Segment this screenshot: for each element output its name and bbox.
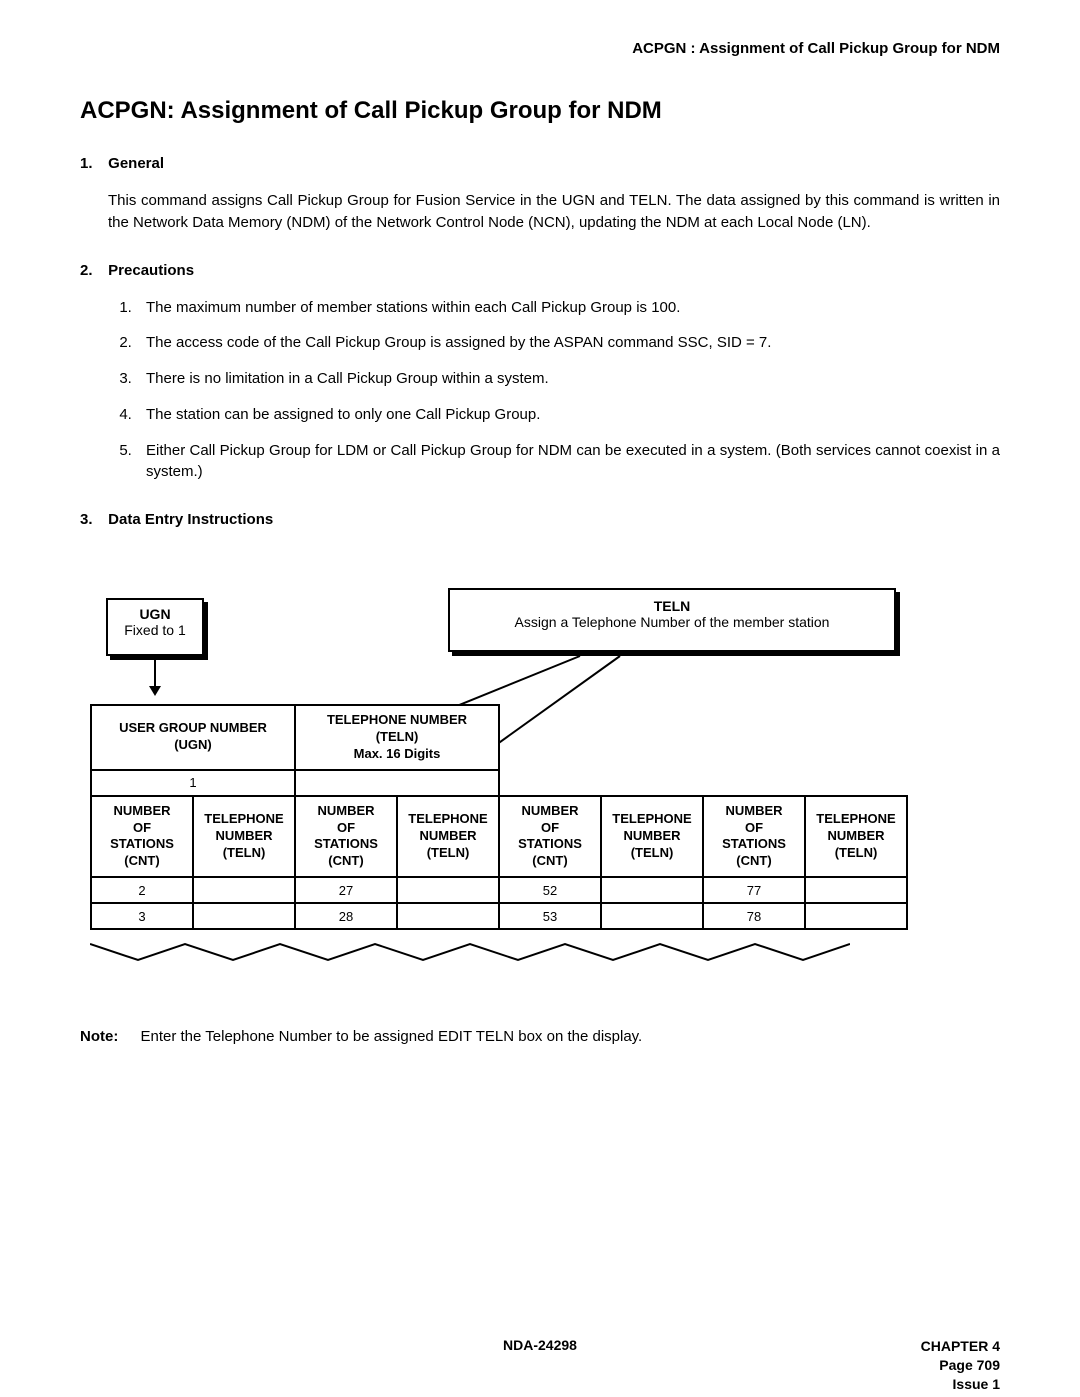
cell-cnt: 53 (499, 903, 601, 929)
table-row: 2 27 52 77 (91, 877, 907, 903)
th-teln-2: TELEPHONE NUMBER (TELN) (397, 796, 499, 878)
teln-callout-box: TELN Assign a Telephone Number of the me… (448, 588, 896, 652)
section-3-num: 3. (80, 511, 104, 528)
section-2-num: 2. (80, 262, 104, 279)
cell-cnt: 28 (295, 903, 397, 929)
cell-cnt: 27 (295, 877, 397, 903)
running-header: ACPGN : Assignment of Call Pickup Group … (80, 40, 1000, 57)
precaution-item: The maximum number of member stations wi… (136, 297, 1000, 319)
data-entry-diagram: UGN Fixed to 1 TELN Assign a Telephone N… (80, 588, 1000, 988)
th-teln: TELEPHONE NUMBER (TELN) Max. 16 Digits (295, 705, 499, 770)
cell-cnt: 52 (499, 877, 601, 903)
ugn-callout-title: UGN (108, 606, 202, 622)
ugn-callout-sub: Fixed to 1 (108, 622, 202, 638)
td-ugn-value: 1 (91, 770, 295, 796)
cell-cnt: 3 (91, 903, 193, 929)
note: Note: Enter the Telephone Number to be a… (80, 1028, 1000, 1045)
section-1-num: 1. (80, 155, 104, 172)
td-teln-value (295, 770, 499, 796)
cell-teln (397, 877, 499, 903)
cell-teln (805, 903, 907, 929)
th-cnt-3: NUMBER OF STATIONS (CNT) (499, 796, 601, 878)
cell-teln (397, 903, 499, 929)
precaution-item: Either Call Pickup Group for LDM or Call… (136, 440, 1000, 484)
data-entry-table: USER GROUP NUMBER (UGN) TELEPHONE NUMBER… (90, 704, 908, 930)
footer-doc-id: NDA-24298 (80, 1337, 1000, 1353)
cell-cnt: 2 (91, 877, 193, 903)
th-cnt-2: NUMBER OF STATIONS (CNT) (295, 796, 397, 878)
precautions-list: The maximum number of member stations wi… (108, 297, 1000, 484)
th-teln-3: TELEPHONE NUMBER (TELN) (601, 796, 703, 878)
note-text-c: box on the display. (518, 1028, 642, 1045)
ugn-callout-box: UGN Fixed to 1 (106, 598, 204, 656)
section-2-label: Precautions (108, 262, 194, 279)
cell-teln (601, 877, 703, 903)
section-1-label: General (108, 155, 164, 172)
arrow-ugn-down-icon (154, 660, 156, 694)
th-teln-1: TELEPHONE NUMBER (TELN) (193, 796, 295, 878)
page-title: ACPGN: Assignment of Call Pickup Group f… (80, 97, 1000, 125)
cell-teln (805, 877, 907, 903)
th-cnt-4: NUMBER OF STATIONS (CNT) (703, 796, 805, 878)
cell-teln (601, 903, 703, 929)
cell-cnt: 77 (703, 877, 805, 903)
precaution-item: The access code of the Call Pickup Group… (136, 332, 1000, 354)
section-3-head: 3. Data Entry Instructions (80, 511, 1000, 528)
section-3-label: Data Entry Instructions (108, 511, 273, 528)
torn-edge-icon (90, 942, 850, 972)
precaution-item: The station can be assigned to only one … (136, 404, 1000, 426)
note-text-a: Enter the Telephone Number to be assigne… (141, 1028, 434, 1045)
table-row: 3 28 53 78 (91, 903, 907, 929)
note-text-b: EDIT TELN (438, 1028, 514, 1045)
cell-cnt: 78 (703, 903, 805, 929)
section-1-body: This command assigns Call Pickup Group f… (108, 190, 1000, 234)
section-2-head: 2. Precautions (80, 262, 1000, 279)
precaution-item: There is no limitation in a Call Pickup … (136, 368, 1000, 390)
teln-callout-sub: Assign a Telephone Number of the member … (450, 614, 894, 630)
th-ugn: USER GROUP NUMBER (UGN) (91, 705, 295, 770)
note-label: Note: (80, 1028, 118, 1045)
footer-issue: Issue 1 (921, 1375, 1000, 1394)
cell-teln (193, 903, 295, 929)
section-1-head: 1. General (80, 155, 1000, 172)
footer-chapter: CHAPTER 4 (921, 1337, 1000, 1356)
footer-page: Page 709 (921, 1356, 1000, 1375)
th-cnt-1: NUMBER OF STATIONS (CNT) (91, 796, 193, 878)
cell-teln (193, 877, 295, 903)
teln-callout-title: TELN (450, 598, 894, 614)
th-teln-4: TELEPHONE NUMBER (TELN) (805, 796, 907, 878)
